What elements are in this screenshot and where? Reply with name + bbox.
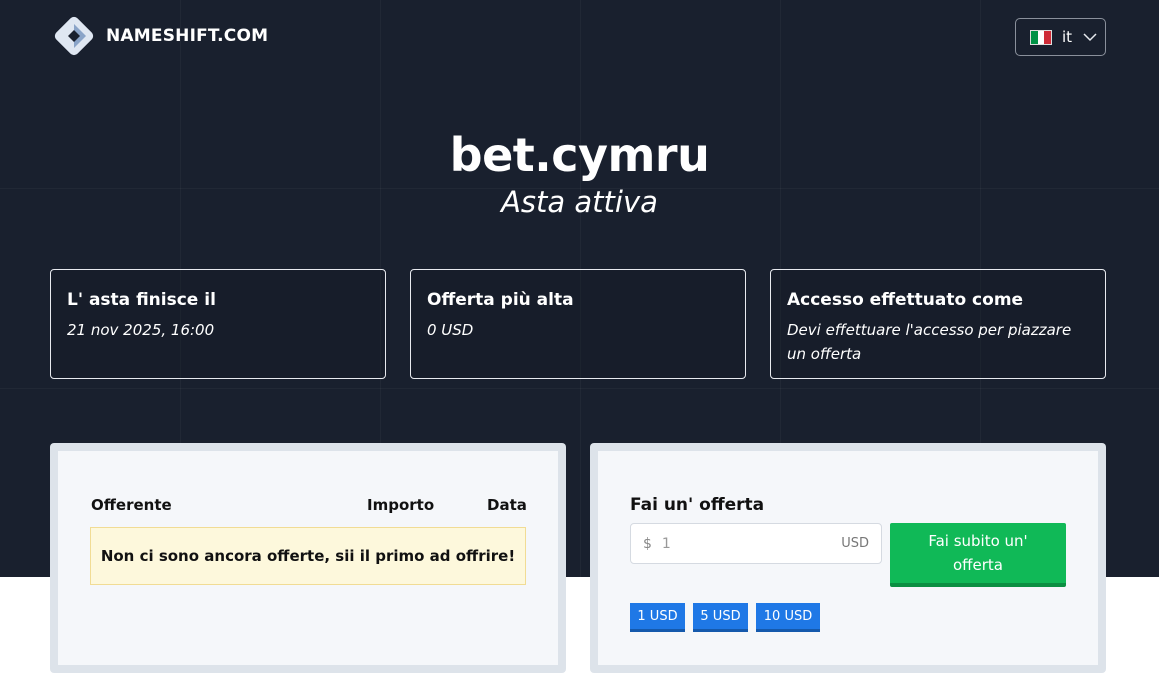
- bids-table: Offerente Importo Data Non ci sono ancor…: [58, 451, 558, 665]
- column-bidder: Offerente: [91, 496, 172, 514]
- card-heading: L' asta finisce il: [67, 290, 216, 310]
- bid-form: Fai un' offerta $ 1 USD Fai subito un' o…: [598, 451, 1098, 665]
- column-date: Data: [487, 496, 527, 514]
- increment-10-button[interactable]: 10 USD: [756, 603, 820, 632]
- empty-bids-notice: Non ci sono ancora offerte, sii il primo…: [90, 527, 526, 585]
- logo-icon: [50, 12, 98, 60]
- bid-panel: Fai un' offerta $ 1 USD Fai subito un' o…: [590, 443, 1106, 673]
- language-code: it: [1062, 28, 1073, 46]
- amount-placeholder: 1: [661, 535, 671, 552]
- card-value: Devi effettuare l'accesso per piazzare u…: [787, 321, 1072, 363]
- italy-flag-icon: [1030, 29, 1052, 45]
- bid-amount-input[interactable]: $ 1 USD: [630, 523, 882, 564]
- brand-logo[interactable]: NAMESHIFT.COM: [50, 12, 268, 60]
- brand-name: NAMESHIFT.COM: [106, 26, 269, 46]
- bids-panel: Offerente Importo Data Non ci sono ancor…: [50, 443, 566, 673]
- currency-symbol: $: [643, 535, 652, 552]
- auction-status: Asta attiva: [501, 185, 658, 219]
- language-selector[interactable]: it: [1015, 18, 1106, 56]
- highest-bid-card: Offerta più alta 0 USD: [410, 269, 746, 379]
- card-value: 0 USD: [427, 321, 474, 339]
- increment-1-button[interactable]: 1 USD: [630, 603, 685, 632]
- place-bid-button[interactable]: Fai subito un' offerta: [890, 523, 1066, 587]
- card-value: 21 nov 2025, 16:00: [67, 321, 215, 339]
- domain-title: bet.cymru: [449, 128, 710, 182]
- chevron-down-icon: [1083, 33, 1097, 42]
- increment-5-button[interactable]: 5 USD: [693, 603, 748, 632]
- bid-form-title: Fai un' offerta: [630, 495, 765, 515]
- card-heading: Accesso effettuato come: [787, 290, 1024, 310]
- card-heading: Offerta più alta: [427, 290, 574, 310]
- auction-end-card: L' asta finisce il 21 nov 2025, 16:00: [50, 269, 386, 379]
- column-amount: Importo: [367, 496, 435, 514]
- currency-unit: USD: [841, 536, 869, 551]
- logged-in-as-card: Accesso effettuato come Devi effettuare …: [770, 269, 1106, 379]
